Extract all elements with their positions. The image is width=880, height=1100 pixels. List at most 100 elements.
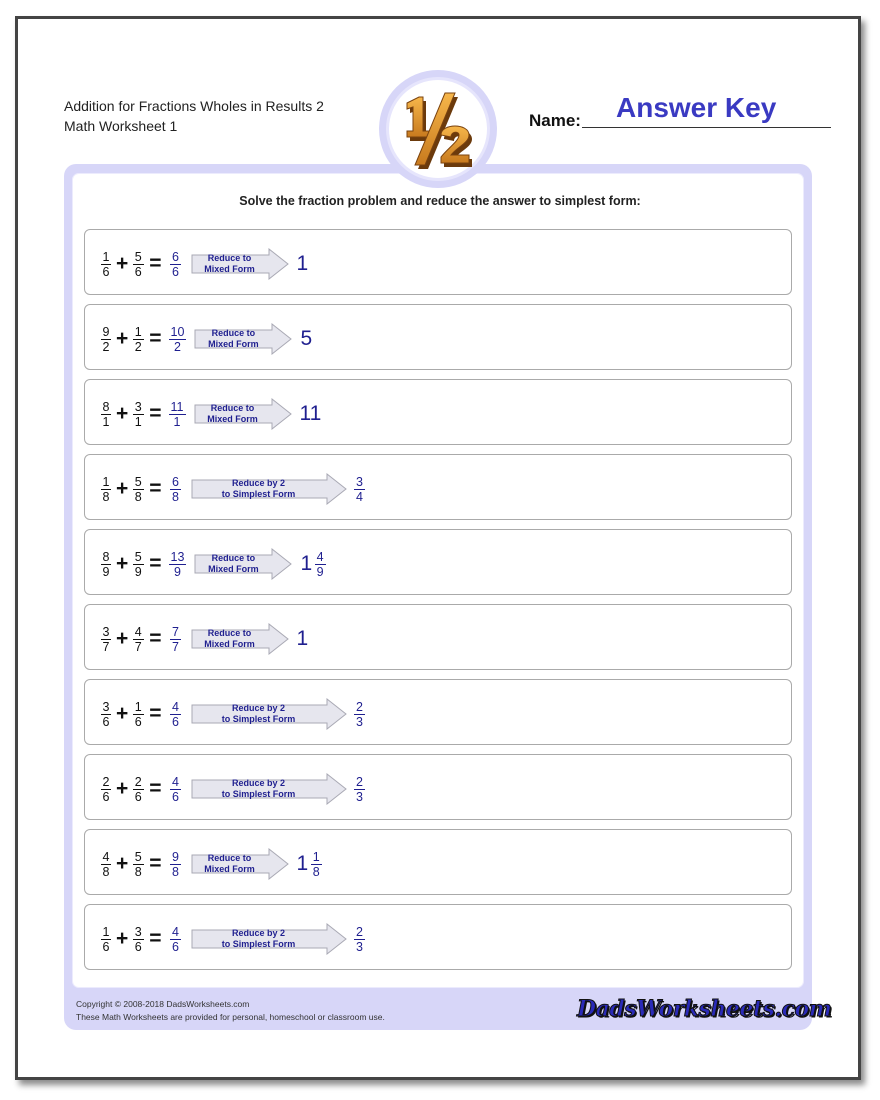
addend-2-numerator: 5 <box>132 849 144 865</box>
problem-expression: 8 1 +3 1 = 11 1 Reduce to Mixed Form 11 <box>99 396 322 432</box>
answer-fraction-denominator: 3 <box>356 789 363 804</box>
problem-expression: 1 6 +5 6 = 6 6 Reduce to Mixed Form 1 <box>99 246 309 282</box>
one-half-glyph-icon <box>406 92 472 169</box>
addend-1-denominator: 8 <box>102 864 110 879</box>
reduce-instruction-line: Reduce to <box>207 853 252 863</box>
addend-2-numerator: 5 <box>132 549 144 565</box>
reduce-arrow-icon: Reduce to Mixed Form <box>191 848 289 880</box>
unreduced-sum-denominator: 8 <box>172 489 179 504</box>
addend-2-denominator: 8 <box>134 489 142 504</box>
addend-1-numerator: 1 <box>100 249 112 265</box>
problem-row: 3 6 +1 6 = 4 6 Reduce by 2 to Simplest Form 2 3 <box>84 679 792 745</box>
reduce-instruction-line: to Simplest Form <box>221 939 296 949</box>
addend-2-denominator: 9 <box>134 564 142 579</box>
unreduced-sum: 13 9 <box>168 550 187 579</box>
unreduced-sum-numerator: 6 <box>170 474 181 490</box>
instructions: Solve the fraction problem and reduce th… <box>239 194 641 208</box>
unreduced-sum-denominator: 6 <box>172 789 179 804</box>
addend-1: 89 <box>99 550 113 579</box>
answer-fraction-numerator: 3 <box>354 474 365 490</box>
title-line-1: Addition for Fractions Wholes in Results… <box>64 98 324 114</box>
addend-2-numerator: 2 <box>132 774 144 790</box>
logo-ring <box>386 77 490 181</box>
reduce-arrow-icon: Reduce to Mixed Form <box>191 623 289 655</box>
addend-1-denominator: 6 <box>102 714 110 729</box>
reduce-instruction-line: Reduce by 2 <box>232 703 286 713</box>
addend-1-denominator: 9 <box>102 564 110 579</box>
answer-whole-number: 1 <box>296 852 309 875</box>
problem-expression: 3 7 +4 7 = 7 7 Reduce to Mixed Form 1 <box>99 621 309 657</box>
reduce-arrow-icon: Reduce to Mixed Form <box>191 248 289 280</box>
addend-2-numerator: 5 <box>132 249 144 265</box>
problem-row: 4 8 +5 8 = 9 8 Reduce to Mixed Form 1 1 8 <box>84 829 792 895</box>
plus-sign: + <box>116 402 129 425</box>
equals-sign: = <box>149 327 162 350</box>
unreduced-sum-numerator: 4 <box>170 699 181 715</box>
unreduced-sum: 68 <box>169 475 183 504</box>
unreduced-sum: 10 2 <box>168 325 187 354</box>
plus-sign: + <box>116 327 129 350</box>
addend-1-numerator: 3 <box>100 699 112 715</box>
addend-1-numerator: 4 <box>100 849 112 865</box>
addend-1-numerator: 9 <box>100 324 112 340</box>
reduce-instruction-line: Reduce to <box>210 403 255 413</box>
answer-whole-number: 1 <box>300 552 313 575</box>
addend-1: 92 <box>99 325 113 354</box>
unreduced-sum-numerator: 4 <box>170 774 181 790</box>
reduce-instruction-line: Reduce by 2 <box>232 928 286 938</box>
answer-fraction-numerator: 2 <box>354 924 365 940</box>
plus-sign: + <box>116 927 129 950</box>
reduce-instruction-line: Mixed Form <box>204 639 255 649</box>
name-field: Name: Answer Key <box>529 92 831 130</box>
plus-sign: + <box>116 252 129 275</box>
addend-2-denominator: 1 <box>134 414 142 429</box>
plus-sign: + <box>116 627 129 650</box>
problem-row: 8 9 +5 9 = 13 9 Reduce to Mixed Form 1 4 9 <box>84 529 792 595</box>
unreduced-sum-denominator: 9 <box>174 564 181 579</box>
addend-2: 36 <box>131 925 145 954</box>
unreduced-sum-denominator: 1 <box>173 414 181 429</box>
addend-2-denominator: 7 <box>134 639 142 654</box>
problem-expression: 1 8 +5 8 = 6 8 Reduce by 2 to Simplest Form 3 4 <box>99 471 367 507</box>
answer-fraction: 49 <box>313 550 327 579</box>
addend-2-denominator: 6 <box>134 714 142 729</box>
reduce-instruction-line: Reduce to <box>207 253 252 263</box>
addend-1-denominator: 1 <box>102 414 110 429</box>
reduce-arrow-icon: Reduce to Mixed Form <box>194 398 292 430</box>
addend-1: 48 <box>99 850 113 879</box>
addend-1-denominator: 6 <box>102 264 110 279</box>
reduce-instruction-line: Mixed Form <box>208 564 259 574</box>
unreduced-sum: 77 <box>169 625 183 654</box>
addend-2: 47 <box>131 625 145 654</box>
reduce-instruction: Reduce to Mixed Form <box>191 850 269 878</box>
addend-2-numerator: 3 <box>132 924 144 940</box>
reduce-instruction: Reduce by 2 to Simplest Form <box>191 475 327 503</box>
worksheet-title: Addition for Fractions Wholes in Results… <box>64 96 324 136</box>
unreduced-sum-denominator: 7 <box>172 639 179 654</box>
addend-2-numerator: 3 <box>132 399 144 415</box>
addend-2: 31 <box>131 400 145 429</box>
unreduced-sum-numerator: 6 <box>170 249 181 265</box>
addend-1-denominator: 2 <box>102 339 110 354</box>
title-line-2: Math Worksheet 1 <box>64 118 178 134</box>
addend-2-denominator: 2 <box>134 339 142 354</box>
unreduced-sum: 66 <box>169 250 183 279</box>
dadsworksheets-logo: DadsWorksheets.com <box>576 996 832 1023</box>
answer-whole-number: 11 <box>299 402 322 425</box>
addend-1-numerator: 1 <box>100 474 112 490</box>
unreduced-sum: 46 <box>169 925 183 954</box>
addend-1: 81 <box>99 400 113 429</box>
reduce-instruction-line: Reduce to <box>211 553 256 563</box>
addend-1-numerator: 8 <box>100 399 112 415</box>
reduce-arrow-icon: Reduce to Mixed Form <box>194 323 293 355</box>
equals-sign: = <box>149 852 162 875</box>
reduce-instruction: Reduce to Mixed Form <box>194 400 272 428</box>
unreduced-sum: 46 <box>169 775 183 804</box>
problem-expression: 9 2 +1 2 = 10 2 Reduce to Mixed Form 5 <box>99 321 313 357</box>
reduce-instruction-line: Reduce to <box>207 628 252 638</box>
reduce-instruction-line: Reduce to <box>211 328 256 338</box>
answer-whole-number: 1 <box>296 627 309 650</box>
equals-sign: = <box>149 702 162 725</box>
addend-1-denominator: 6 <box>102 939 110 954</box>
unreduced-sum-denominator: 6 <box>172 714 179 729</box>
